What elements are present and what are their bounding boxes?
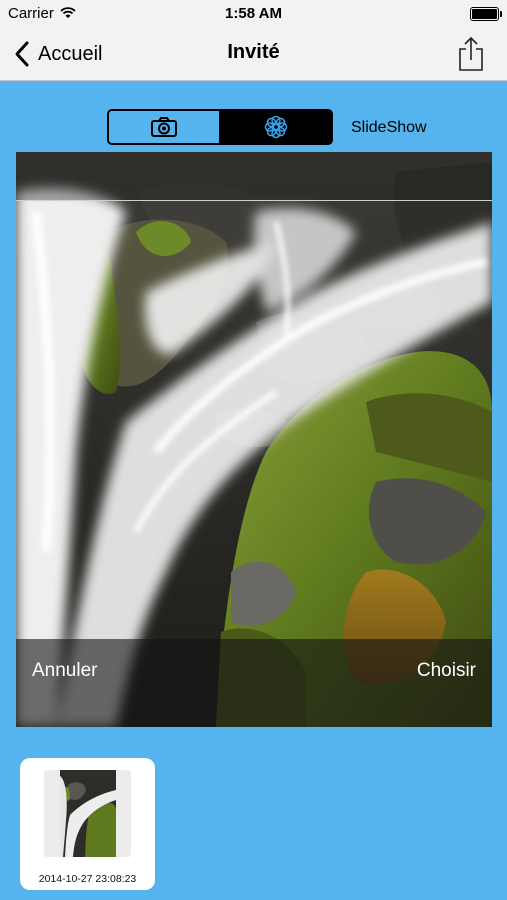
- photo-thumbnail[interactable]: 2014-10-27 23:08:23: [20, 758, 155, 890]
- crop-action-bar: Annuler Choisir: [16, 639, 492, 727]
- crop-guide-line: [16, 200, 492, 201]
- status-bar: Carrier 1:58 AM: [0, 0, 507, 28]
- flower-icon: [264, 115, 288, 139]
- mode-segmented-control: [107, 109, 333, 145]
- share-icon[interactable]: [457, 36, 485, 72]
- thumbnail-frame: [44, 770, 131, 857]
- navigation-bar: Accueil Invité: [0, 28, 507, 81]
- camera-segment[interactable]: [109, 111, 221, 143]
- page-title: Invité: [227, 41, 280, 63]
- flower-segment[interactable]: [221, 111, 331, 143]
- cancel-button[interactable]: Annuler: [32, 660, 98, 682]
- status-time: 1:58 AM: [225, 5, 282, 22]
- thumbnail-image: [60, 770, 116, 857]
- camera-icon: [151, 117, 177, 137]
- photo-crop-preview[interactable]: Annuler Choisir: [16, 152, 492, 727]
- slideshow-label: SlideShow: [351, 119, 427, 136]
- battery-icon: [470, 7, 502, 21]
- choose-button[interactable]: Choisir: [417, 660, 476, 682]
- crop-top-overlay: [16, 152, 492, 200]
- thumbnail-date: 2014-10-27 23:08:23: [38, 873, 137, 885]
